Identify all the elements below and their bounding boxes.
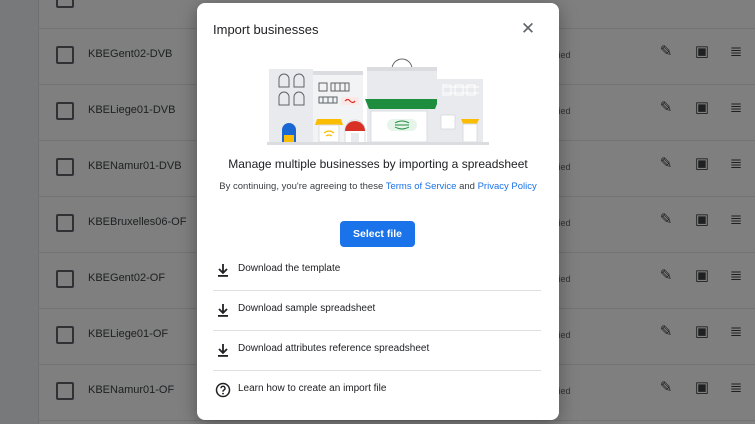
option-label: Learn how to create an import file xyxy=(238,383,387,394)
dialog-title: Import businesses xyxy=(213,22,319,37)
option-label: Download attributes reference spreadshee… xyxy=(238,343,430,354)
import-businesses-dialog: Import businesses ✕ Manage multiple busi… xyxy=(197,3,559,420)
download-icon xyxy=(218,304,228,317)
privacy-policy-link[interactable]: Privacy Policy xyxy=(478,181,537,192)
download-template-option[interactable]: Download the template xyxy=(213,250,541,291)
terms-of-service-link[interactable]: Terms of Service xyxy=(386,181,457,192)
storefront-illustration xyxy=(267,58,489,145)
select-file-button[interactable]: Select file xyxy=(340,221,415,247)
close-icon[interactable]: ✕ xyxy=(519,20,537,38)
download-attributes-reference-option[interactable]: Download attributes reference spreadshee… xyxy=(213,330,541,371)
option-label: Download the template xyxy=(238,263,341,274)
terms-prefix: By continuing, you're agreeing to these xyxy=(219,181,386,192)
dialog-headline: Manage multiple businesses by importing … xyxy=(228,157,528,171)
terms-text: By continuing, you're agreeing to these … xyxy=(217,180,539,194)
terms-and: and xyxy=(456,181,478,192)
download-sample-spreadsheet-option[interactable]: Download sample spreadsheet xyxy=(213,290,541,331)
download-icon xyxy=(218,344,228,357)
learn-import-file-option[interactable]: Learn how to create an import file xyxy=(213,370,541,410)
option-label: Download sample spreadsheet xyxy=(238,303,376,314)
help-circle-icon xyxy=(215,382,231,398)
download-icon xyxy=(218,264,228,277)
